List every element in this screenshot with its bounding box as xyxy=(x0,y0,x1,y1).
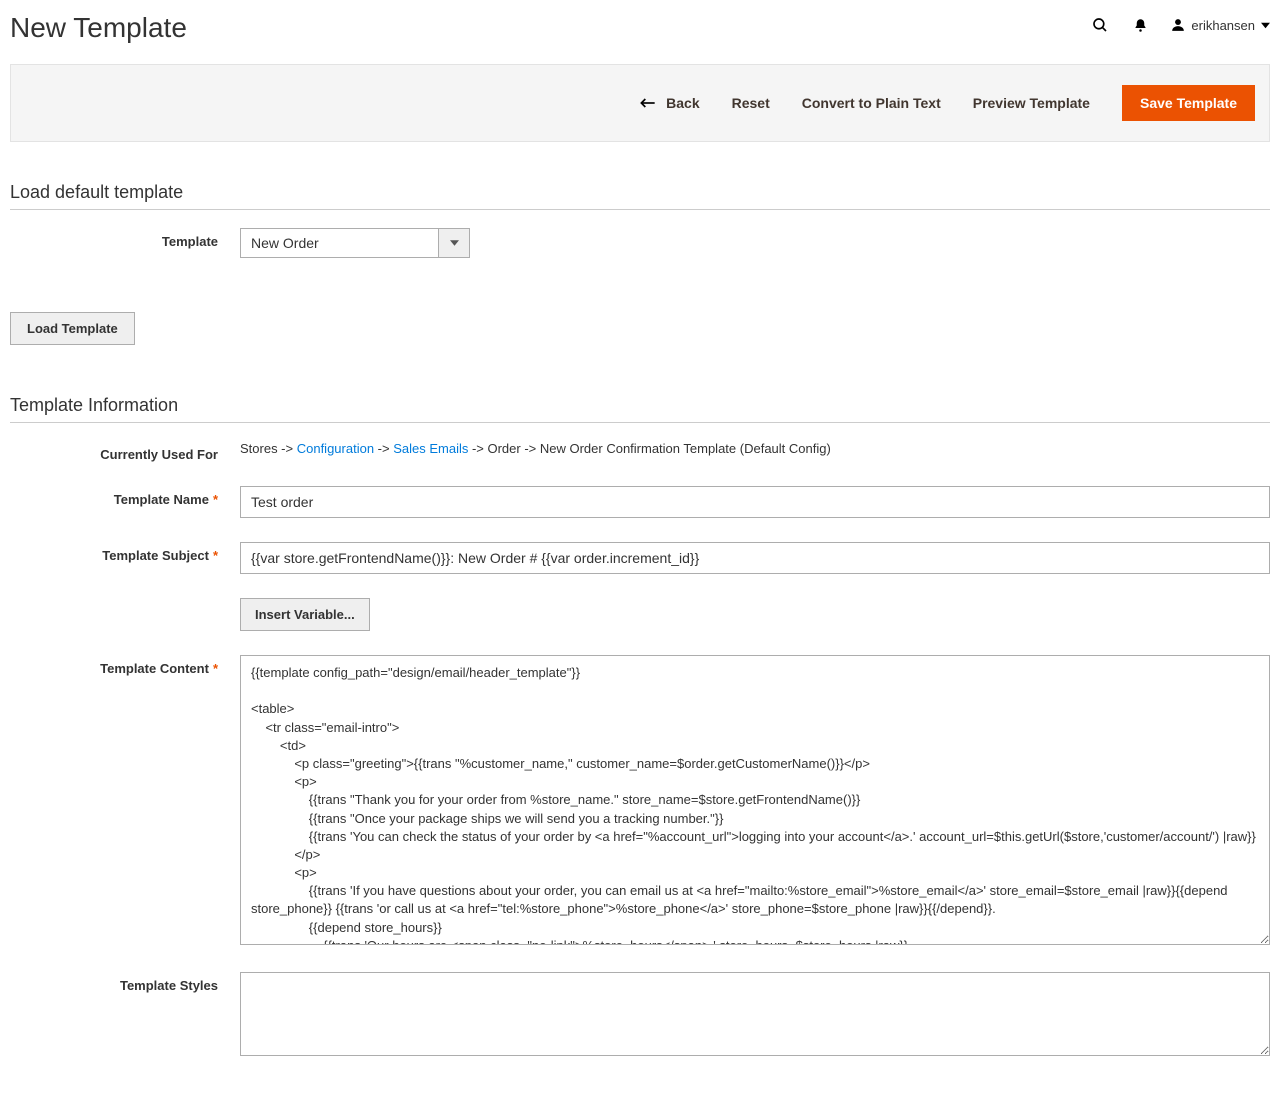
template-select-label: Template xyxy=(10,228,240,249)
page-header: New Template erikhansen xyxy=(10,0,1270,64)
username: erikhansen xyxy=(1191,18,1255,33)
load-section-title: Load default template xyxy=(10,182,1270,203)
preview-button[interactable]: Preview Template xyxy=(973,95,1090,111)
user-menu[interactable]: erikhansen xyxy=(1171,18,1270,33)
used-for-label: Currently Used For xyxy=(10,441,240,462)
template-styles-textarea[interactable] xyxy=(240,972,1270,1056)
link-configuration[interactable]: Configuration xyxy=(297,441,374,456)
template-name-input[interactable] xyxy=(240,486,1270,518)
insert-variable-button[interactable]: Insert Variable... xyxy=(240,598,370,631)
template-subject-input[interactable] xyxy=(240,542,1270,574)
link-sales-emails[interactable]: Sales Emails xyxy=(393,441,468,456)
template-styles-label: Template Styles xyxy=(10,972,240,993)
divider xyxy=(10,422,1270,423)
action-toolbar: Back Reset Convert to Plain Text Preview… xyxy=(10,64,1270,142)
template-name-label: Template Name* xyxy=(10,486,240,507)
template-content-label: Template Content* xyxy=(10,655,240,676)
info-section-title: Template Information xyxy=(10,395,1270,416)
bell-icon[interactable] xyxy=(1131,16,1149,34)
template-select-value: New Order xyxy=(241,229,439,257)
page-title: New Template xyxy=(10,12,187,44)
header-actions: erikhansen xyxy=(1091,12,1270,34)
divider xyxy=(10,209,1270,210)
template-subject-label: Template Subject* xyxy=(10,542,240,563)
reset-button[interactable]: Reset xyxy=(732,95,770,111)
used-for-path: Stores -> Configuration -> Sales Emails … xyxy=(240,441,1270,456)
template-content-textarea[interactable] xyxy=(240,655,1270,945)
user-icon xyxy=(1171,18,1185,32)
back-button[interactable]: Back xyxy=(640,95,699,111)
convert-button[interactable]: Convert to Plain Text xyxy=(802,95,941,111)
caret-down-icon xyxy=(1261,21,1270,30)
save-button[interactable]: Save Template xyxy=(1122,85,1255,121)
arrow-left-icon xyxy=(640,97,656,109)
search-icon[interactable] xyxy=(1091,16,1109,34)
load-template-button[interactable]: Load Template xyxy=(10,312,135,345)
template-select[interactable]: New Order xyxy=(240,228,470,258)
chevron-down-icon xyxy=(439,229,469,257)
